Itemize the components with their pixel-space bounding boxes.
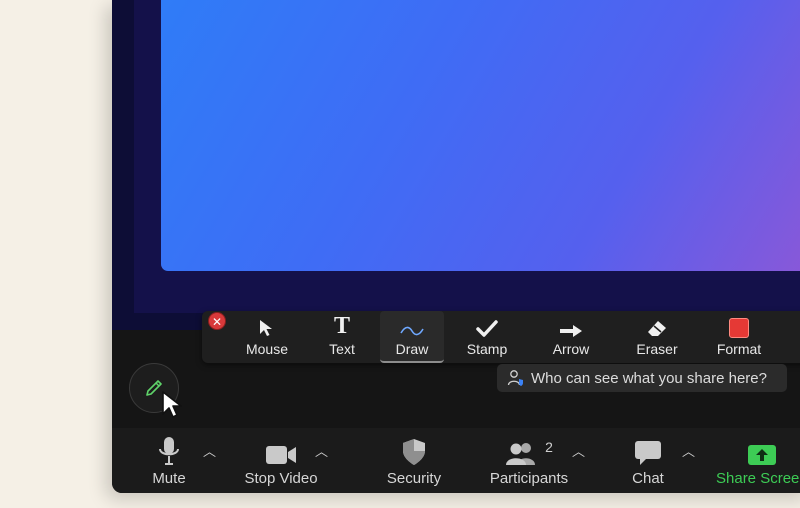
share-upload-icon [716, 428, 777, 466]
share-screen-button[interactable]: Share Scree [716, 428, 800, 493]
close-annotation-button[interactable]: ✕ [208, 312, 226, 330]
shared-slide [161, 0, 800, 271]
tool-eraser-label: Eraser [636, 341, 678, 357]
mute-label: Mute [152, 470, 186, 487]
shared-screen-area [112, 0, 800, 330]
mute-button[interactable]: Mute [144, 428, 194, 493]
microphone-icon [158, 428, 180, 466]
share-screen-label: Share Scree [716, 470, 800, 487]
participants-count: 2 [545, 439, 553, 455]
tooltip-text: Who can see what you share here? [531, 369, 767, 387]
meeting-control-bar [112, 428, 800, 493]
audio-options-caret[interactable]: ︿ [203, 441, 216, 460]
stop-video-label: Stop Video [244, 470, 318, 487]
draw-squiggle-icon [399, 311, 425, 338]
tool-stamp[interactable]: Stamp [462, 311, 512, 363]
tool-draw-label: Draw [395, 341, 429, 357]
stop-video-button[interactable]: Stop Video [236, 428, 326, 493]
participants-label: Participants [489, 470, 569, 487]
tool-draw[interactable]: Draw [380, 311, 444, 363]
chat-bubble-icon [634, 428, 662, 466]
tool-mouse[interactable]: Mouse [242, 311, 292, 363]
chat-button[interactable]: Chat [626, 428, 670, 493]
security-button[interactable]: Security [382, 428, 446, 493]
format-swatch-icon [729, 311, 749, 338]
security-label: Security [386, 470, 442, 487]
zoom-window: ✕ Mouse T Text Draw Stamp Arrow Eraser F… [112, 0, 800, 493]
tool-stamp-label: Stamp [466, 341, 508, 357]
participants-button[interactable]: 2 Participants [484, 428, 574, 493]
participants-options-caret[interactable]: ︿ [572, 441, 585, 460]
arrow-icon [559, 311, 583, 338]
tool-arrow-label: Arrow [552, 341, 590, 357]
text-icon: T [333, 313, 350, 339]
tool-arrow[interactable]: Arrow [546, 311, 596, 363]
eraser-icon [647, 311, 667, 338]
tool-eraser[interactable]: Eraser [630, 311, 684, 363]
chat-options-caret[interactable]: ︿ [682, 441, 695, 460]
participants-icon: 2 [505, 428, 553, 466]
chat-label: Chat [632, 470, 664, 487]
mouse-pointer-icon [257, 311, 277, 338]
share-visibility-tooltip[interactable]: Who can see what you share here? [497, 364, 787, 392]
tool-format-label: Format [716, 341, 762, 357]
video-camera-icon [265, 428, 297, 466]
shield-icon [402, 428, 426, 466]
mouse-cursor-icon [162, 391, 182, 418]
tool-text[interactable]: T Text [319, 311, 365, 363]
tool-mouse-label: Mouse [245, 341, 289, 357]
person-shield-icon [507, 370, 523, 386]
video-options-caret[interactable]: ︿ [315, 441, 328, 460]
tool-format[interactable]: Format [712, 311, 766, 363]
checkmark-icon [476, 311, 498, 338]
tool-text-label: Text [329, 341, 355, 357]
